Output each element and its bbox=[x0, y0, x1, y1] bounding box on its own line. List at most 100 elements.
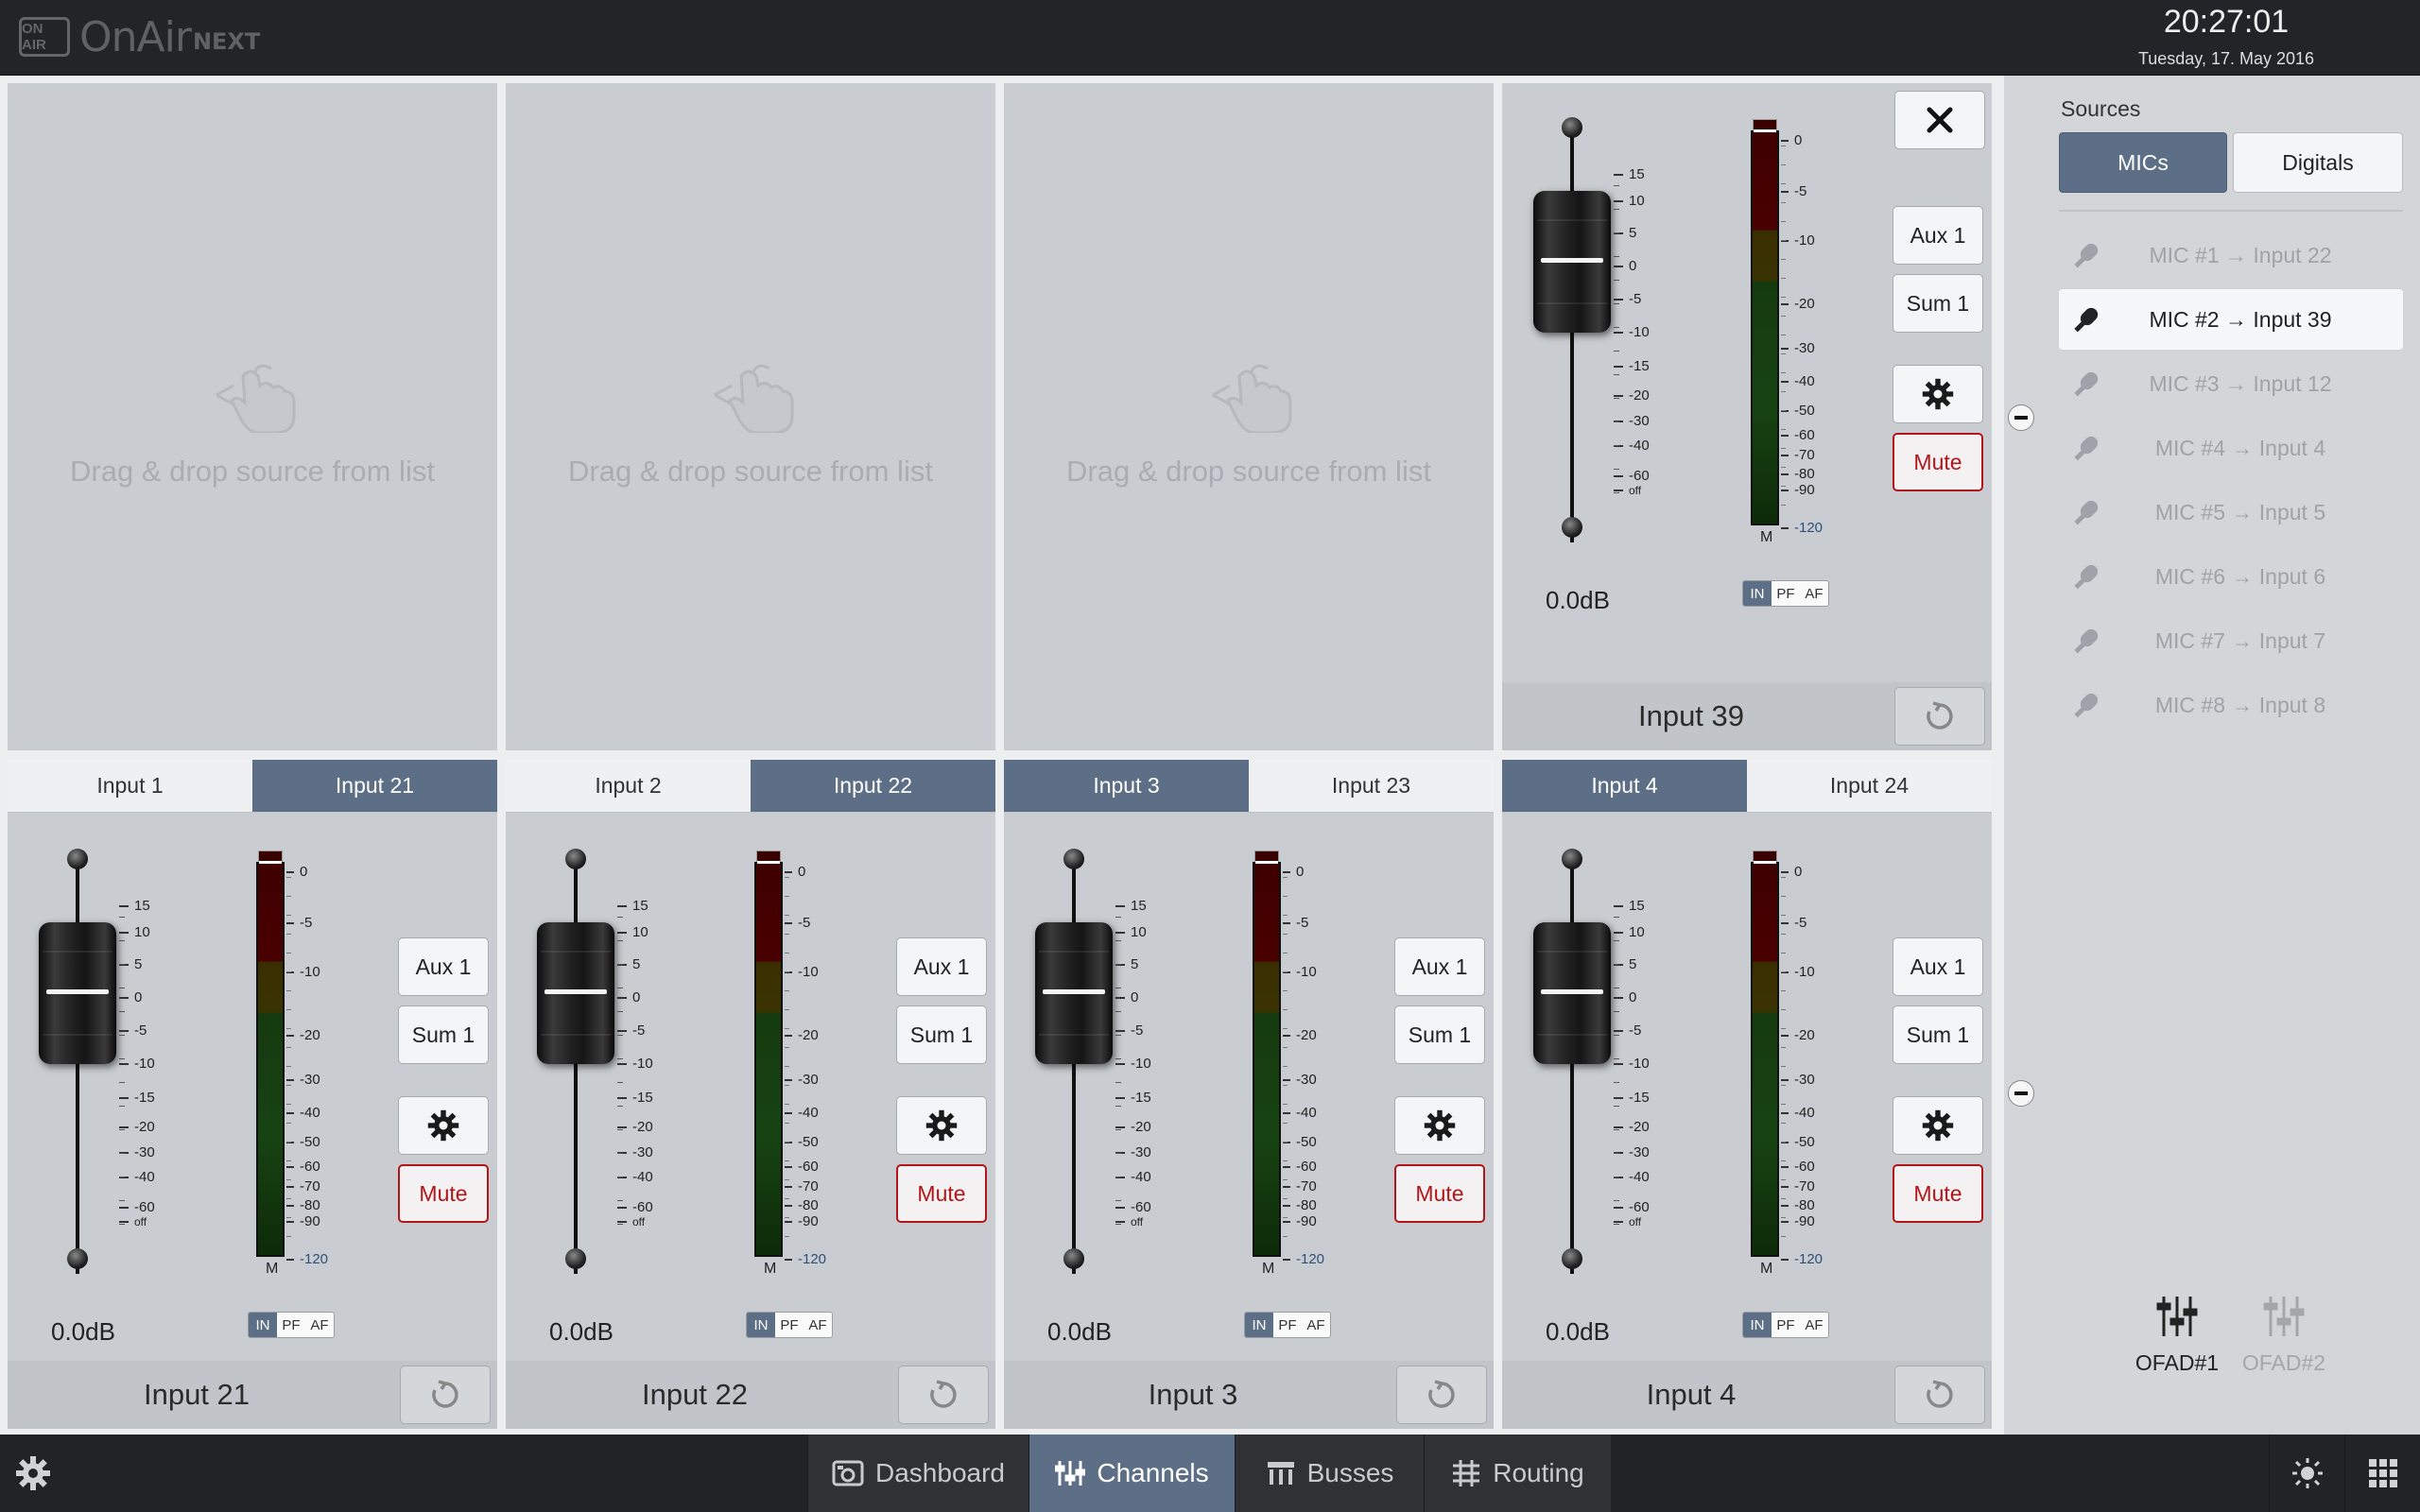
reset-button[interactable] bbox=[1396, 1366, 1487, 1424]
tab-input-4[interactable]: Input 4 bbox=[1502, 760, 1747, 813]
sum-1-button[interactable]: Sum 1 bbox=[398, 1005, 489, 1064]
source-item[interactable]: MIC #5 → Input 5 bbox=[2059, 482, 2403, 542]
minus-icon bbox=[2014, 416, 2028, 420]
source-item[interactable]: MIC #4 → Input 4 bbox=[2059, 418, 2403, 478]
aux-1-button[interactable]: Aux 1 bbox=[398, 937, 489, 996]
af-toggle[interactable]: AF bbox=[1302, 1313, 1330, 1337]
source-item[interactable]: MIC #1 → Input 22 bbox=[2059, 225, 2403, 285]
meter-scale-minor-tick bbox=[785, 953, 789, 954]
meter-scale-tick: -80 bbox=[286, 1197, 320, 1213]
meter-scale-label: -60 bbox=[798, 1159, 819, 1175]
source-item[interactable]: MIC #2 → Input 39 bbox=[2059, 289, 2403, 350]
mute-button[interactable]: Mute bbox=[896, 1164, 987, 1223]
aux-1-button[interactable]: Aux 1 bbox=[1893, 937, 1983, 996]
drop-zone-2[interactable]: Drag & drop source from list bbox=[506, 83, 995, 750]
pf-toggle[interactable]: PF bbox=[1772, 581, 1800, 606]
reset-icon bbox=[1927, 701, 1953, 730]
mute-button[interactable]: Mute bbox=[398, 1164, 489, 1223]
sum-1-button[interactable]: Sum 1 bbox=[896, 1005, 987, 1064]
reset-button[interactable] bbox=[898, 1366, 989, 1424]
channel-settings-button[interactable] bbox=[1394, 1096, 1485, 1155]
meter-scale-minor-tick bbox=[785, 877, 789, 878]
pf-toggle[interactable]: PF bbox=[1273, 1313, 1302, 1337]
fader-scale-label: -60 bbox=[134, 1199, 155, 1215]
meter-scale-label: -60 bbox=[1794, 1159, 1815, 1175]
source-item[interactable]: MIC #8 → Input 8 bbox=[2059, 675, 2403, 735]
nav-channels[interactable]: Channels bbox=[1028, 1435, 1235, 1512]
in-toggle[interactable]: IN bbox=[1245, 1313, 1273, 1337]
close-button[interactable] bbox=[1894, 91, 1985, 149]
meter-scale-label: -40 bbox=[300, 1105, 320, 1121]
aux-1-button[interactable]: Aux 1 bbox=[1394, 937, 1485, 996]
source-item[interactable]: MIC #7 → Input 7 bbox=[2059, 610, 2403, 671]
tab-input-23[interactable]: Input 23 bbox=[1249, 760, 1494, 813]
af-toggle[interactable]: AF bbox=[804, 1313, 832, 1337]
ofad-2-button[interactable]: OFAD#2 bbox=[2232, 1295, 2336, 1376]
drag-hand-icon bbox=[703, 357, 798, 438]
fader-cap[interactable] bbox=[1533, 922, 1611, 1064]
tab-input-24[interactable]: Input 24 bbox=[1747, 760, 1992, 813]
fader-cap[interactable] bbox=[1533, 191, 1611, 333]
pf-toggle[interactable]: PF bbox=[277, 1313, 305, 1337]
fader-scale-label: -15 bbox=[134, 1090, 155, 1106]
reset-button[interactable] bbox=[1894, 687, 1985, 746]
mute-button[interactable]: Mute bbox=[1394, 1164, 1485, 1223]
nav-busses[interactable]: Busses bbox=[1235, 1435, 1424, 1512]
sum-1-button[interactable]: Sum 1 bbox=[1893, 1005, 1983, 1064]
channel-settings-button[interactable] bbox=[398, 1096, 489, 1155]
drop-zone-1[interactable]: Drag & drop source from list bbox=[8, 83, 497, 750]
sum-1-button[interactable]: Sum 1 bbox=[1893, 274, 1983, 333]
tab-input-21[interactable]: Input 21 bbox=[252, 760, 497, 813]
meter-scale-tick: -30 bbox=[1781, 340, 1815, 356]
ofad-2-label: OFAD#2 bbox=[2241, 1350, 2326, 1375]
meter-scale-minor-tick bbox=[1283, 953, 1288, 954]
tab-input-3[interactable]: Input 3 bbox=[1004, 760, 1249, 813]
reset-button[interactable] bbox=[1894, 1366, 1985, 1424]
meter-scale-label: 0 bbox=[1296, 864, 1305, 880]
fader-cap[interactable] bbox=[39, 922, 116, 1064]
fader-scale-label: -20 bbox=[632, 1119, 653, 1135]
tab-digitals[interactable]: Digitals bbox=[2233, 132, 2403, 193]
drop-zone-3[interactable]: Drag & drop source from list bbox=[1004, 83, 1494, 750]
af-toggle[interactable]: AF bbox=[1800, 1313, 1828, 1337]
app-grid-button[interactable] bbox=[2344, 1435, 2420, 1512]
fader-cap[interactable] bbox=[1035, 922, 1113, 1064]
tab-input-1[interactable]: Input 1 bbox=[8, 760, 252, 813]
settings-button[interactable] bbox=[0, 1435, 66, 1512]
meter-scale-minor-tick bbox=[1283, 1047, 1288, 1048]
sum-1-button[interactable]: Sum 1 bbox=[1394, 1005, 1485, 1064]
tab-mics[interactable]: MICs bbox=[2059, 132, 2227, 193]
meter-scale-label: -40 bbox=[1794, 1105, 1815, 1121]
af-toggle[interactable]: AF bbox=[305, 1313, 334, 1337]
channel-settings-button[interactable] bbox=[1893, 1096, 1983, 1155]
ofad-1-button[interactable]: OFAD#1 bbox=[2125, 1295, 2229, 1376]
reset-button[interactable] bbox=[400, 1366, 491, 1424]
pf-toggle[interactable]: PF bbox=[1772, 1313, 1800, 1337]
nav-dashboard[interactable]: Dashboard bbox=[807, 1435, 1028, 1512]
aux-1-button[interactable]: Aux 1 bbox=[896, 937, 987, 996]
aux-1-button[interactable]: Aux 1 bbox=[1893, 206, 1983, 265]
channel-settings-button[interactable] bbox=[896, 1096, 987, 1155]
nav-routing[interactable]: Routing bbox=[1424, 1435, 1611, 1512]
channel-settings-button[interactable] bbox=[1893, 365, 1983, 423]
collapse-button-bottom[interactable] bbox=[2008, 1080, 2034, 1107]
in-toggle[interactable]: IN bbox=[1743, 581, 1772, 606]
fader-scale-label: 10 bbox=[1629, 924, 1645, 940]
af-toggle[interactable]: AF bbox=[1800, 581, 1828, 606]
fader-cap[interactable] bbox=[537, 922, 614, 1064]
collapse-button-top[interactable] bbox=[2008, 404, 2034, 431]
mute-button[interactable]: Mute bbox=[1893, 433, 1983, 491]
source-item[interactable]: MIC #3 → Input 12 bbox=[2059, 353, 2403, 414]
in-toggle[interactable]: IN bbox=[1743, 1313, 1772, 1337]
tab-input-2[interactable]: Input 2 bbox=[506, 760, 751, 813]
fader-scale-tick: 15 bbox=[1614, 898, 1645, 914]
brightness-button[interactable] bbox=[2269, 1435, 2344, 1512]
fader-scale-label: 10 bbox=[1629, 193, 1645, 209]
in-toggle[interactable]: IN bbox=[249, 1313, 277, 1337]
mute-button[interactable]: Mute bbox=[1893, 1164, 1983, 1223]
source-item[interactable]: MIC #6 → Input 6 bbox=[2059, 546, 2403, 607]
pf-toggle[interactable]: PF bbox=[775, 1313, 804, 1337]
tab-input-22[interactable]: Input 22 bbox=[751, 760, 995, 813]
in-toggle[interactable]: IN bbox=[747, 1313, 775, 1337]
meter-scale-label: -50 bbox=[300, 1134, 320, 1150]
